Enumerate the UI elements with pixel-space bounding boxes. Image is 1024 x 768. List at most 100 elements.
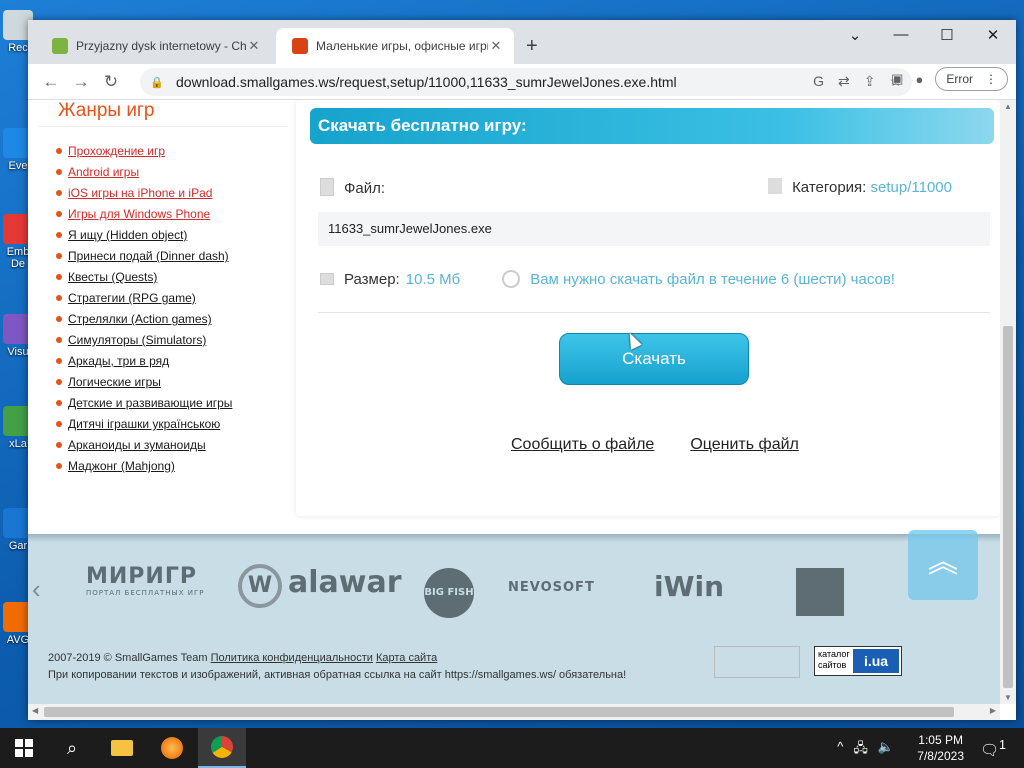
file-icon	[320, 178, 334, 196]
report-file-link[interactable]: Сообщить о файле	[511, 436, 654, 454]
copy-notice: При копировании текстов и изображений, а…	[48, 669, 627, 681]
category-link[interactable]: Маджонг (Mahjong)	[68, 458, 175, 474]
bullet-icon	[56, 169, 62, 175]
list-item: Дитячі іграшки українською	[56, 416, 288, 437]
tab-search-chevron-icon[interactable]: ⌄	[832, 26, 878, 44]
size-row: Размер: 10.5 Мб Вам нужно скачать файл в…	[320, 270, 992, 288]
bullet-icon	[56, 274, 62, 280]
tab-przyjazny-dysk[interactable]: Przyjazny dysk internetowy - Cho ✕	[36, 28, 272, 64]
category-link[interactable]: Арканоиды и зуманоиды	[68, 437, 206, 453]
category-link[interactable]: iOS игры на iPhone и iPad	[68, 185, 212, 201]
web-page: Жанры игр Прохождение игр Android игры iOS…	[28, 100, 1000, 704]
bullet-icon	[56, 190, 62, 196]
reload-button[interactable]: ↻	[96, 72, 126, 92]
sitemap-link[interactable]: Карта сайта	[376, 652, 437, 664]
site-favicon-icon	[292, 38, 308, 54]
chrome-button[interactable]	[198, 728, 246, 768]
google-icon[interactable]: G	[813, 73, 824, 90]
file-row: Файл: Категория: setup/11000	[320, 178, 992, 197]
scroll-to-top-button[interactable]: ︽	[908, 530, 978, 600]
bullet-icon	[56, 253, 62, 259]
list-item: Игры для Windows Phone	[56, 206, 288, 227]
new-tab-button[interactable]: +	[526, 35, 538, 58]
iua-logo: i.ua	[853, 649, 899, 673]
firefox-button[interactable]	[148, 728, 196, 768]
vertical-scrollbar[interactable]: ▲ ▼	[1000, 100, 1016, 704]
partner-logo-bigfish[interactable]: BIG FISH	[424, 568, 474, 618]
list-item: Детские и развивающие игры	[56, 395, 288, 416]
bullet-icon	[56, 358, 62, 364]
side-panel-icon[interactable]: ▣	[891, 71, 903, 87]
category-link[interactable]: setup/11000	[871, 179, 952, 196]
rate-file-link[interactable]: Оценить файл	[690, 436, 799, 454]
forward-button[interactable]: →	[66, 72, 96, 92]
close-tab-icon[interactable]: ✕	[488, 38, 504, 54]
address-bar[interactable]: 🔒 download.smallgames.ws/request,setup/1…	[140, 68, 912, 96]
time-warning: Вам нужно скачать файл в течение 6 (шест…	[530, 270, 895, 288]
list-item: Android игры	[56, 164, 288, 185]
tab-smallgames[interactable]: Маленькие игры, офисные игры ✕	[276, 28, 514, 64]
category-link[interactable]: Прохождение игр	[68, 143, 165, 159]
system-tray: ^ 🖧 🔈	[837, 739, 894, 761]
taskbar: ⌕ ^ 🖧 🔈 1:05 PM 7/8/2023 🗨1	[0, 728, 1024, 768]
start-button[interactable]	[0, 728, 48, 768]
profile-avatar-icon[interactable]: ●	[915, 72, 923, 87]
taskbar-clock[interactable]: 1:05 PM 7/8/2023	[917, 732, 964, 764]
bullet-icon	[56, 232, 62, 238]
list-item: Квесты (Quests)	[56, 269, 288, 290]
list-item: Стратегии (RPG game)	[56, 290, 288, 311]
counter-image[interactable]	[714, 646, 800, 678]
category-icon	[768, 178, 783, 194]
menu-icon[interactable]: ⋮	[985, 72, 997, 86]
network-icon[interactable]: 🖧	[853, 739, 868, 761]
browser-window: Przyjazny dysk internetowy - Cho ✕ Мален…	[28, 20, 1016, 720]
file-explorer-button[interactable]	[98, 728, 146, 768]
notifications-button[interactable]: 🗨1	[980, 738, 1006, 759]
volume-icon[interactable]: 🔈	[878, 739, 894, 761]
tray-chevron-icon[interactable]: ^	[837, 739, 843, 761]
carousel-prev-arrow[interactable]: ‹	[32, 574, 41, 605]
category-link[interactable]: Аркады, три в ряд	[68, 353, 169, 369]
maximize-button[interactable]: ☐	[924, 26, 970, 44]
close-window-button[interactable]: ✕	[970, 26, 1016, 44]
search-button[interactable]: ⌕	[48, 728, 96, 768]
category-link[interactable]: Стратегии (RPG game)	[68, 290, 196, 306]
category-link[interactable]: Дитячі іграшки українською	[68, 416, 220, 432]
category-link[interactable]: Стрелялки (Action games)	[68, 311, 212, 327]
catalog-badge[interactable]: каталог сайтов i.ua	[814, 646, 902, 676]
category-link[interactable]: Детские и развивающие игры	[68, 395, 232, 411]
close-tab-icon[interactable]: ✕	[246, 38, 262, 54]
partner-logo-iwin[interactable]: iWin	[654, 570, 724, 603]
windows-icon	[15, 739, 33, 757]
bullet-icon	[56, 421, 62, 427]
back-button[interactable]: ←	[36, 72, 66, 92]
footer-text: 2007-2019 © SmallGames Team Политика кон…	[48, 650, 626, 684]
download-button[interactable]: Скачать	[559, 333, 749, 385]
share-icon[interactable]: ⇪	[864, 73, 876, 90]
partner-logo-alawar[interactable]: Walawar	[238, 564, 402, 608]
scrollbar-thumb[interactable]	[1003, 326, 1013, 688]
category-link[interactable]: Квесты (Quests)	[68, 269, 157, 285]
scrollbar-thumb[interactable]	[44, 707, 954, 717]
minimize-button[interactable]: —	[878, 26, 924, 43]
privacy-policy-link[interactable]: Политика конфиденциальности	[211, 652, 373, 664]
category-link[interactable]: Игры для Windows Phone	[68, 206, 210, 222]
list-item: Арканоиды и зуманоиды	[56, 437, 288, 458]
category-link[interactable]: Android игры	[68, 164, 139, 180]
lock-icon[interactable]: 🔒	[150, 76, 164, 89]
category-link[interactable]: Принеси подай (Dinner dash)	[68, 248, 229, 264]
translate-icon[interactable]: ⇄	[838, 73, 850, 90]
error-profile-button[interactable]: Error ⋮	[935, 67, 1008, 91]
partner-logo-game-icon[interactable]	[796, 568, 844, 616]
horizontal-scrollbar[interactable]: ◀ ▶	[28, 704, 1000, 720]
category-link[interactable]: Я ищу (Hidden object)	[68, 227, 187, 243]
bullet-icon	[56, 337, 62, 343]
file-actions: Сообщить о файле Оценить файл	[511, 436, 799, 454]
partner-logo-mirigr[interactable]: МИРИГР ПОРТАЛ БЕСПЛАТНЫХ ИГР	[86, 564, 204, 597]
partner-logo-nevosoft[interactable]: NEVOSOFT	[508, 580, 595, 595]
category-link[interactable]: Логические игры	[68, 374, 161, 390]
file-size: 10.5 Мб	[405, 270, 461, 288]
category-link[interactable]: Симуляторы (Simulators)	[68, 332, 206, 348]
list-item: Логические игры	[56, 374, 288, 395]
site-favicon-icon	[52, 38, 68, 54]
